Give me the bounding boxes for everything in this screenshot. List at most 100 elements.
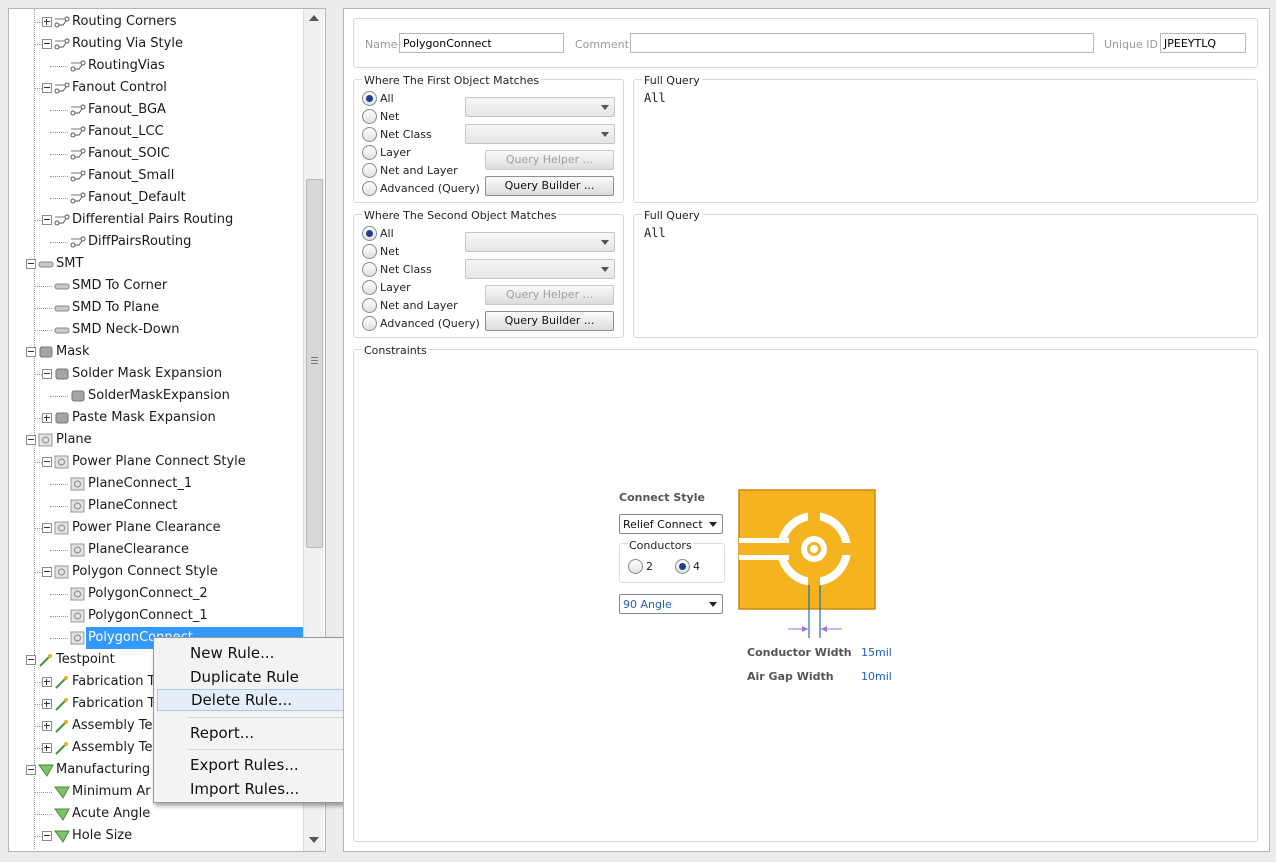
expand-icon[interactable] (42, 17, 52, 27)
tree-item[interactable]: RoutingVias (9, 55, 309, 77)
tree-item[interactable]: Differential Pairs Routing (9, 209, 309, 231)
tree-item[interactable]: PlaneConnect (9, 495, 309, 517)
first-full-query-group: Full Query All (633, 74, 1258, 203)
expand-icon[interactable] (42, 721, 52, 731)
tree-item[interactable]: PlaneConnect_1 (9, 473, 309, 495)
collapse-icon[interactable] (42, 39, 52, 49)
second-query-builder-button[interactable]: Query Builder ... (485, 311, 614, 331)
collapse-icon[interactable] (26, 655, 36, 665)
collapse-icon[interactable] (26, 259, 36, 269)
scroll-up-arrow[interactable] (309, 15, 319, 21)
tree-item[interactable]: Power Plane Clearance (9, 517, 309, 539)
second-netclass-combo[interactable] (465, 259, 615, 279)
expand-icon[interactable] (42, 413, 52, 423)
menu-import-rules[interactable]: Import Rules... (157, 778, 349, 800)
second-radio-net-class[interactable]: Net Class (362, 261, 472, 279)
tree-item[interactable]: Solder Mask Expansion (9, 363, 309, 385)
menu-report[interactable]: Report... (157, 722, 349, 744)
comment-input[interactable] (630, 33, 1094, 53)
second-radio-net-and-layer[interactable]: Net and Layer (362, 297, 472, 315)
tree-item[interactable]: PlaneClearance (9, 539, 309, 561)
second-net-combo[interactable] (465, 232, 615, 252)
connect-style-combo[interactable]: Relief Connect (619, 514, 723, 534)
collapse-icon[interactable] (42, 215, 52, 225)
conductors-4-radio[interactable]: 4 (675, 558, 710, 576)
collapse-icon[interactable] (26, 765, 36, 775)
tree-item[interactable]: Routing Corners (9, 11, 309, 33)
first-radio-advanced-query[interactable]: Advanced (Query) (362, 180, 480, 198)
tree-item[interactable]: Hole Size (9, 825, 309, 847)
tree-item[interactable]: DiffPairsRouting (9, 231, 309, 253)
menu-export-rules[interactable]: Export Rules... (157, 754, 349, 776)
collapse-icon[interactable] (26, 435, 36, 445)
radio-label: Layer (380, 281, 411, 294)
tree-item[interactable]: Paste Mask Expansion (9, 407, 309, 429)
collapse-icon[interactable] (26, 347, 36, 357)
scroll-down-arrow[interactable] (309, 837, 319, 843)
routing-rule-icon (70, 191, 86, 205)
first-radio-net-and-layer[interactable]: Net and Layer (362, 162, 472, 180)
first-query-helper-button[interactable]: Query Helper ... (485, 150, 614, 170)
tree-item[interactable]: Fanout Control (9, 77, 309, 99)
expand-icon[interactable] (42, 743, 52, 753)
tree-guide-line (50, 66, 68, 67)
tree-item[interactable]: Polygon Connect Style (9, 561, 309, 583)
tree-item[interactable]: PolygonConnect_1 (9, 605, 309, 627)
collapse-icon[interactable] (42, 369, 52, 379)
conductor-width-value[interactable]: 15mil (861, 646, 892, 659)
radio-circle (362, 127, 377, 142)
expand-icon[interactable] (42, 677, 52, 687)
tree-item[interactable]: Acute Angle (9, 803, 309, 825)
tree-item[interactable]: Mask (9, 341, 309, 363)
second-radio-advanced-query[interactable]: Advanced (Query) (362, 315, 480, 333)
second-radio-layer[interactable]: Layer (362, 279, 472, 297)
testpoint-rule-icon (54, 741, 70, 755)
angle-combo[interactable]: 90 Angle (619, 594, 723, 614)
first-net-combo[interactable] (465, 97, 615, 117)
first-radio-layer[interactable]: Layer (362, 144, 472, 162)
tree-item[interactable]: Fanout_Small (9, 165, 309, 187)
menu-new-rule[interactable]: New Rule... (157, 642, 349, 664)
tree-item[interactable]: Power Plane Connect Style (9, 451, 309, 473)
first-query-builder-button[interactable]: Query Builder ... (485, 176, 614, 196)
tree-item-label: Assembly Te (72, 740, 153, 755)
unique-id-input[interactable]: JPEEYTLQ (1160, 33, 1246, 53)
collapse-icon[interactable] (42, 831, 52, 841)
tree-item[interactable]: Fanout_Default (9, 187, 309, 209)
menu-duplicate-rule[interactable]: Duplicate Rule (157, 666, 349, 688)
scroll-thumb[interactable] (306, 179, 323, 548)
collapse-icon[interactable] (42, 523, 52, 533)
expand-icon[interactable] (42, 699, 52, 709)
second-query-helper-button[interactable]: Query Helper ... (485, 285, 614, 305)
radio-label: All (380, 227, 394, 240)
air-gap-value[interactable]: 10mil (861, 670, 892, 683)
second-radio-net[interactable]: Net (362, 243, 472, 261)
tree-item[interactable]: Fanout_SOIC (9, 143, 309, 165)
tree-item[interactable]: Fanout_BGA (9, 99, 309, 121)
second-object-title: Where The Second Object Matches (362, 209, 559, 222)
tree-item[interactable]: SolderMaskExpansion (9, 385, 309, 407)
first-netclass-combo[interactable] (465, 124, 615, 144)
collapse-icon[interactable] (42, 567, 52, 577)
tree-item[interactable]: SMT (9, 253, 309, 275)
mask-rule-icon (38, 345, 54, 359)
relief-connect-diagram (738, 489, 876, 638)
tree-item[interactable]: Routing Via Style (9, 33, 309, 55)
tree-item[interactable]: SMD To Plane (9, 297, 309, 319)
menu-delete-rule[interactable]: Delete Rule... (157, 689, 349, 711)
first-radio-net[interactable]: Net (362, 108, 472, 126)
tree-item[interactable]: SMD To Corner (9, 275, 309, 297)
tree-item[interactable]: SMD Neck-Down (9, 319, 309, 341)
testpoint-rule-icon (54, 697, 70, 711)
collapse-icon[interactable] (42, 457, 52, 467)
first-radio-all[interactable]: All (362, 90, 472, 108)
name-input[interactable]: PolygonConnect (399, 33, 564, 53)
tree-item[interactable]: Fanout_LCC (9, 121, 309, 143)
tree-item[interactable]: PolygonConnect_2 (9, 583, 309, 605)
collapse-icon[interactable] (42, 83, 52, 93)
first-radio-net-class[interactable]: Net Class (362, 126, 472, 144)
routing-rule-icon (54, 15, 70, 29)
second-radio-all[interactable]: All (362, 225, 472, 243)
tree-item[interactable]: Plane (9, 429, 309, 451)
conductors-2-radio[interactable]: 2 (628, 558, 663, 576)
